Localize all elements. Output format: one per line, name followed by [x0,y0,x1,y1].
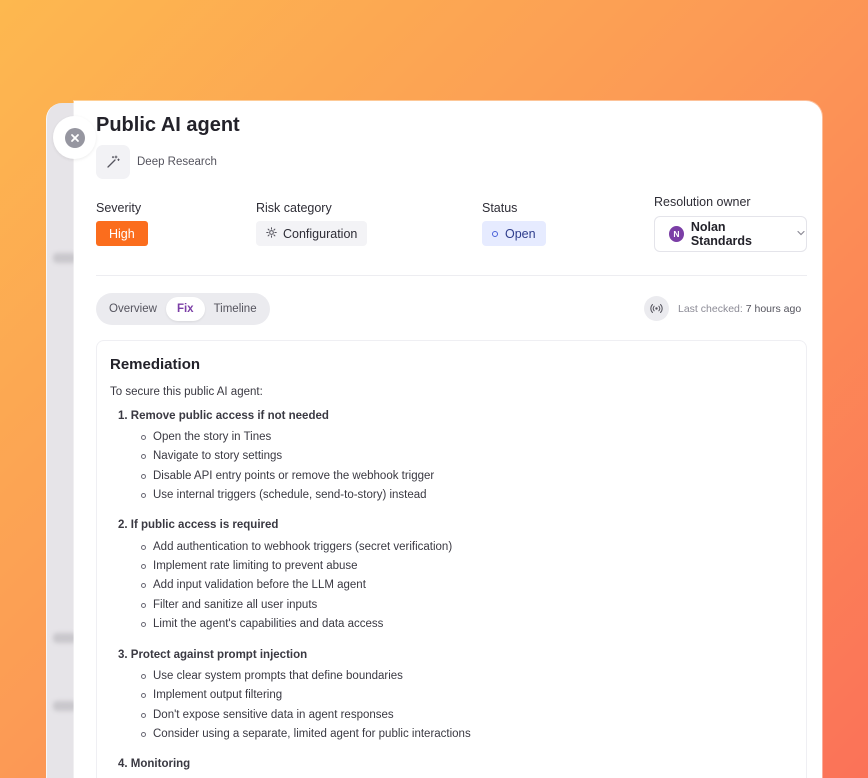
bullet-icon [141,731,146,737]
list-item: Use clear system prompts that define bou… [141,670,403,682]
tab-overview[interactable]: Overview [100,297,166,321]
list-item: Add input validation before the LLM agen… [141,579,366,591]
list-item-text: Disable API entry points or remove the w… [153,470,435,482]
list-item-text: Consider using a separate, limited agent… [153,728,471,740]
section-heading: 1. Remove public access if not needed [118,410,329,422]
list-item: Use internal triggers (schedule, send-to… [141,489,427,501]
risk-category-value: Configuration [283,226,358,241]
bullet-icon [141,473,146,479]
tab-fix[interactable]: Fix [165,297,205,321]
list-item-text: Implement output filtering [153,689,283,701]
list-item-text: Don't expose sensitive data in agent res… [153,709,394,721]
list-item: Disable API entry points or remove the w… [141,470,434,482]
bullet-icon [141,434,146,440]
close-button[interactable] [53,116,96,159]
chevron-down-icon [796,225,806,243]
close-icon [64,127,85,148]
bullet-icon [141,563,146,569]
list-item-text: Use clear system prompts that define bou… [153,670,403,682]
list-item-text: Open the story in Tines [153,431,272,443]
bullet-icon [141,602,146,608]
resolution-owner-label: Resolution owner [654,195,751,209]
bullet-icon [141,492,146,498]
gear-icon [266,226,277,241]
list-item: Consider using a separate, limited agent… [141,728,471,740]
tab-bar: Overview Fix Timeline [96,293,270,325]
status-value: Open [505,226,536,241]
tool-label: Deep Research [137,156,217,168]
section-heading: 2. If public access is required [118,519,279,531]
list-item: Implement rate limiting to prevent abuse [141,560,358,572]
remediation-title: Remediation [110,356,201,373]
status-label: Status [482,201,518,215]
status-ring-icon [492,230,498,237]
bullet-icon [141,673,146,679]
list-item-text: Implement rate limiting to prevent abuse [153,560,358,572]
broadcast-icon[interactable] [644,296,669,321]
tab-timeline[interactable]: Timeline [205,297,266,321]
magic-wand-icon [96,145,130,179]
section-heading: 3. Protect against prompt injection [118,649,308,661]
bullet-icon [141,692,146,698]
owner-name: Nolan Standards [690,220,752,248]
resolution-owner-select[interactable]: N Nolan Standards [654,216,807,252]
list-item: Don't expose sensitive data in agent res… [141,709,394,721]
divider [96,275,807,276]
list-item-text: Limit the agent's capabilities and data … [153,618,384,630]
section-heading: 4. Monitoring [118,758,191,770]
list-item: Filter and sanitize all user inputs [141,599,317,611]
bullet-icon [141,582,146,588]
bullet-icon [141,621,146,627]
avatar: N [669,226,684,242]
last-checked-value: 7 hours ago [745,302,802,315]
list-item: Add authentication to webhook triggers (… [141,541,452,553]
list-item-text: Use internal triggers (schedule, send-to… [153,489,427,501]
bullet-icon [141,544,146,550]
last-checked-text: Last checked: 7 hours ago [678,303,801,315]
list-item: Open the story in Tines [141,431,271,443]
severity-label: Severity [96,201,142,215]
page-title: Public AI agent [96,114,240,136]
list-item-text: Filter and sanitize all user inputs [153,599,318,611]
list-item: Navigate to story settings [141,450,282,462]
risk-category-badge: Configuration [256,221,368,246]
list-item-text: Navigate to story settings [153,450,283,462]
list-item-text: Add authentication to webhook triggers (… [153,541,453,553]
bullet-icon [141,453,146,459]
list-item: Implement output filtering [141,689,282,701]
risk-category-label: Risk category [256,201,332,215]
bullet-icon [141,712,146,718]
last-checked: Last checked: 7 hours ago [644,296,801,321]
list-item: Limit the agent's capabilities and data … [141,618,383,630]
list-item-text: Add input validation before the LLM agen… [153,579,366,591]
severity-badge: High [96,221,148,246]
remediation-intro: To secure this public AI agent: [110,386,263,398]
last-checked-prefix: Last checked: [678,302,743,315]
status-badge[interactable]: Open [482,221,546,246]
